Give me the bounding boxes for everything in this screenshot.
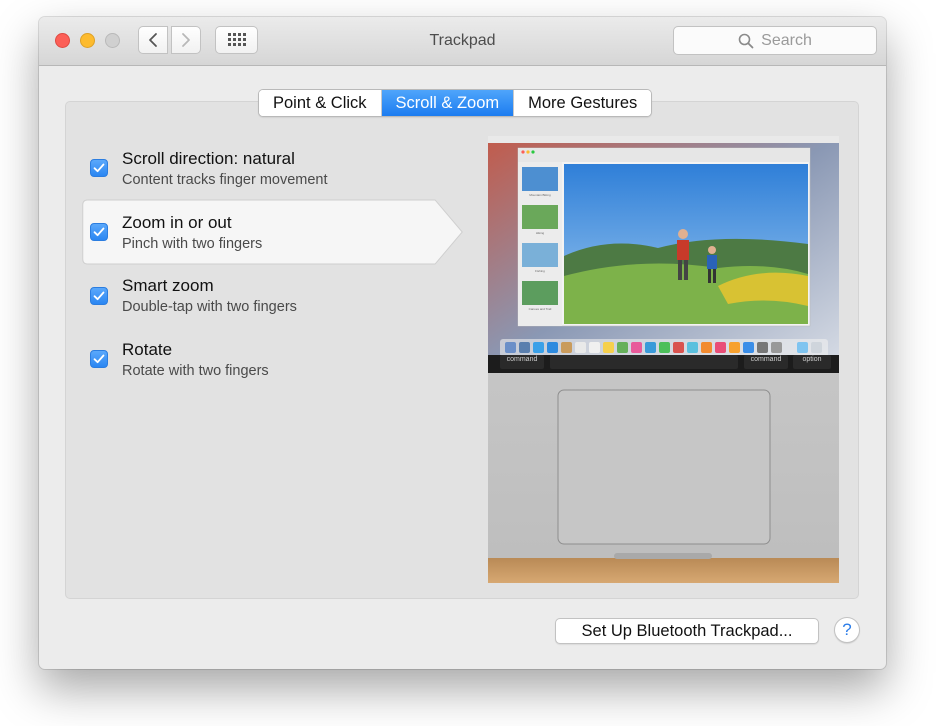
key-command-left: command: [506, 356, 538, 363]
thumb-label: Mountain Biking: [529, 193, 551, 197]
option-scroll-direction[interactable]: Scroll direction: natural Content tracks…: [77, 135, 469, 201]
tab-scroll-zoom[interactable]: Scroll & Zoom: [381, 90, 515, 116]
thumb-label: Fishing: [535, 269, 545, 273]
preferences-window: Trackpad Search Point & Click Scroll & Z…: [39, 17, 886, 669]
help-button[interactable]: ?: [834, 617, 860, 643]
option-title: Zoom in or out: [122, 213, 232, 232]
thumb-label: Canoes and Trail: [528, 307, 552, 311]
smart-zoom-checkbox[interactable]: [90, 287, 108, 305]
thumb-label: Hiking: [535, 231, 545, 235]
option-smart-zoom[interactable]: Smart zoom Double-tap with two fingers: [77, 262, 469, 328]
option-title: Smart zoom: [122, 276, 214, 295]
checkmark-icon: [93, 291, 105, 301]
search-icon: [738, 33, 754, 48]
option-subtitle: Content tracks finger movement: [122, 172, 328, 188]
option-title: Rotate: [122, 340, 173, 359]
checkmark-icon: [93, 163, 105, 173]
tab-point-click[interactable]: Point & Click: [259, 90, 382, 116]
tab-more-gestures[interactable]: More Gestures: [514, 90, 652, 116]
rotate-checkbox[interactable]: [90, 350, 108, 368]
option-zoom-in-out[interactable]: Zoom in or out Pinch with two fingers: [77, 199, 469, 265]
scroll-direction-checkbox[interactable]: [90, 159, 108, 177]
key-option: option: [802, 356, 822, 363]
gesture-preview: command command option Mountain Biking H…: [488, 136, 839, 583]
search-field[interactable]: Search: [673, 26, 877, 55]
checkmark-icon: [93, 227, 105, 237]
option-subtitle: Rotate with two fingers: [122, 363, 269, 379]
setup-bluetooth-trackpad-button[interactable]: Set Up Bluetooth Trackpad...: [555, 618, 819, 644]
zoom-checkbox[interactable]: [90, 223, 108, 241]
option-subtitle: Pinch with two fingers: [122, 236, 263, 252]
title-bar: Trackpad Search: [39, 17, 886, 66]
key-command-right: command: [750, 356, 782, 363]
search-placeholder: Search: [761, 31, 812, 49]
option-rotate[interactable]: Rotate Rotate with two fingers: [77, 326, 469, 392]
tab-bar: Point & Click Scroll & Zoom More Gesture…: [258, 89, 653, 117]
option-subtitle: Double-tap with two fingers: [122, 299, 297, 315]
checkmark-icon: [93, 354, 105, 364]
option-title: Scroll direction: natural: [122, 149, 295, 168]
